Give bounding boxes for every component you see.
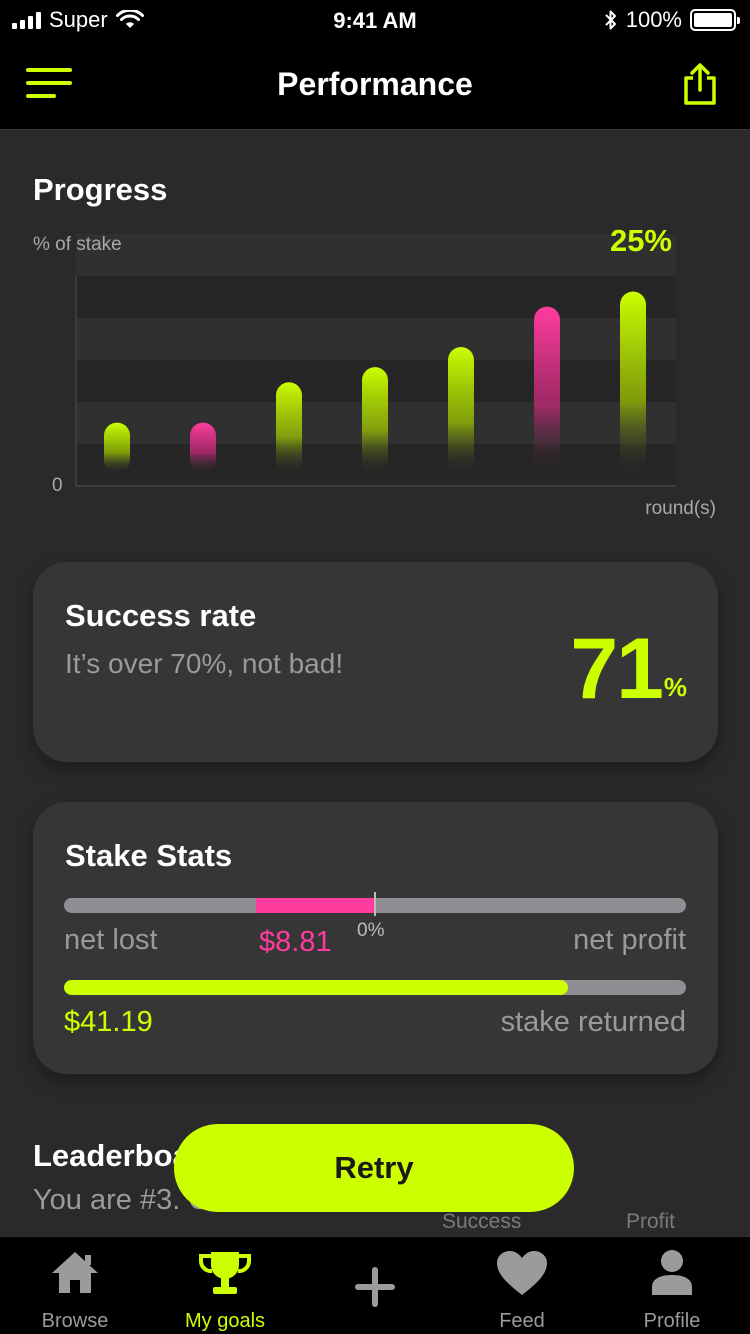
tab-add[interactable] [300, 1237, 450, 1334]
tab-browse-label: Browse [41, 1310, 109, 1332]
nav-bar: Performance [0, 40, 750, 130]
stake-returned-label: stake returned [500, 1006, 686, 1038]
net-profit-label: net profit [573, 924, 686, 956]
success-rate-card: Success rate It’s over 70%, not bad! 71 … [33, 562, 718, 762]
leaderboard-column-profit: Profit [626, 1210, 676, 1233]
net-lost-value: $8.81 [259, 926, 332, 958]
chart-bar-5 [448, 347, 474, 473]
bluetooth-icon [605, 10, 616, 30]
progress-chart-svg [75, 234, 676, 487]
chart-grid-band [76, 234, 676, 276]
home-icon [52, 1252, 98, 1293]
progress-highlight-value: 25% [609, 223, 672, 258]
leaderboard-column-success: Success [442, 1210, 522, 1233]
success-rate-unit: % [663, 672, 687, 702]
page-title: Performance [277, 66, 473, 102]
net-lost-label: net lost [64, 924, 158, 956]
status-bar: Super 9:41 AM 100% [0, 0, 750, 40]
net-lost-fill [255, 898, 374, 913]
chart-grid-band [76, 318, 676, 360]
y-axis-zero-label: 0 [52, 475, 63, 496]
plus-icon [355, 1267, 395, 1307]
tab-feed[interactable]: Feed [447, 1237, 597, 1334]
tab-my-goals[interactable]: My goals [150, 1237, 300, 1334]
chart-grid-band [76, 276, 676, 318]
person-icon [652, 1250, 692, 1295]
stake-returned-fill [64, 980, 568, 995]
stake-returned-value: $41.19 [64, 1006, 153, 1038]
tab-bar: Browse My goals Feed Profile [0, 1236, 750, 1334]
battery-percent: 100% [625, 7, 682, 32]
heart-icon [497, 1251, 547, 1295]
y-axis-label: % of stake [33, 234, 122, 255]
tab-feed-label: Feed [499, 1310, 545, 1332]
stake-returned-bar [64, 980, 686, 995]
battery-icon [690, 9, 740, 31]
success-rate-title: Success rate [65, 598, 257, 633]
progress-chart: % of stake 0 round(s) 25% [0, 223, 750, 525]
zero-tick [374, 892, 376, 916]
tab-profile[interactable]: Profile [597, 1237, 747, 1334]
zero-percent-label: 0% [357, 920, 385, 941]
chart-bar-4 [362, 367, 388, 473]
stake-stats-title: Stake Stats [65, 838, 233, 873]
progress-title: Progress [33, 172, 168, 207]
status-right: 100% [604, 7, 740, 33]
trophy-icon [198, 1252, 252, 1294]
chart-bar-7 [620, 291, 646, 473]
share-icon[interactable] [680, 62, 720, 106]
chart-bar-1 [104, 422, 130, 473]
success-rate-value: 71 [570, 621, 664, 717]
x-axis-label: round(s) [645, 498, 716, 519]
tab-my-goals-label: My goals [184, 1310, 266, 1332]
chart-bar-3 [276, 382, 302, 473]
chart-bar-6 [534, 306, 560, 473]
tab-browse[interactable]: Browse [0, 1237, 150, 1334]
stake-stats-card: Stake Stats net lost $8.81 0% net profit… [33, 802, 718, 1074]
tab-profile-label: Profile [643, 1310, 701, 1332]
success-rate-subtitle: It’s over 70%, not bad! [65, 648, 344, 679]
retry-button[interactable]: Retry [174, 1124, 574, 1212]
chart-bar-2 [190, 422, 216, 473]
